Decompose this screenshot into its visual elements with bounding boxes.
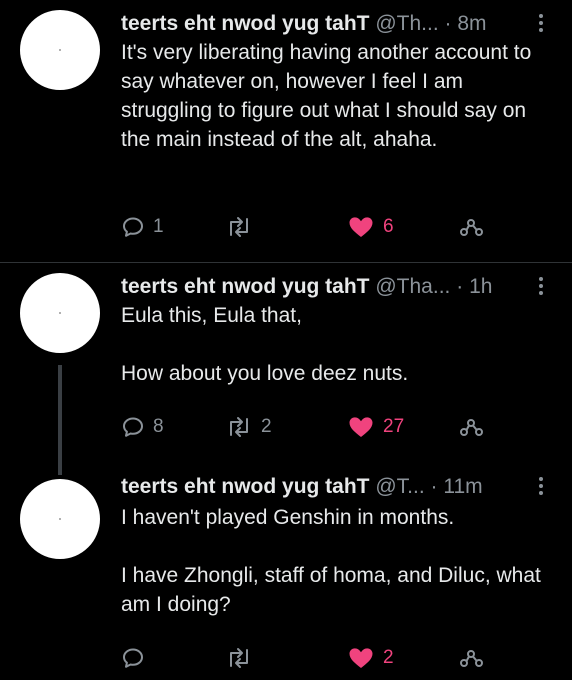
avatar-image xyxy=(59,312,61,314)
reply-icon xyxy=(123,648,143,668)
reply-count: 8 xyxy=(153,416,164,437)
display-name[interactable]: teerts eht nwod yug tahT xyxy=(121,275,370,298)
heart-icon xyxy=(349,217,373,237)
tweet-actions: 2 xyxy=(121,643,561,673)
avatar[interactable] xyxy=(20,479,100,559)
more-icon[interactable] xyxy=(534,275,548,299)
share-button[interactable] xyxy=(459,212,483,242)
like-button[interactable]: 27 xyxy=(347,412,404,442)
retweet-icon xyxy=(230,648,248,668)
tweet-paragraph: It's very liberating having another acco… xyxy=(121,41,532,151)
timestamp[interactable]: 11m xyxy=(443,475,482,498)
tweet[interactable]: teerts eht nwod yug tahT @Th... · 8m It'… xyxy=(0,0,572,262)
tweet-header: teerts eht nwod yug tahT @Th... · 8m xyxy=(121,8,551,40)
tweet-text: I haven't played Genshin in months. I ha… xyxy=(121,503,541,619)
more-icon[interactable] xyxy=(534,475,548,499)
share-icon xyxy=(460,419,483,436)
heart-icon xyxy=(349,417,373,437)
timestamp[interactable]: 8m xyxy=(457,12,486,35)
tweet-paragraph: How about you love deez nuts. xyxy=(121,362,409,385)
like-count: 27 xyxy=(383,416,405,437)
more-icon[interactable] xyxy=(534,12,548,36)
tweet-header: teerts eht nwod yug tahT @T... · 11m xyxy=(121,471,551,503)
tweet-actions: 8 2 27 xyxy=(121,412,561,442)
reply-button[interactable]: 8 xyxy=(121,412,164,442)
reply-button[interactable]: 1 xyxy=(121,212,164,242)
share-icon xyxy=(460,219,483,236)
like-count: 6 xyxy=(383,216,394,237)
reply-icon xyxy=(123,217,143,237)
reply-button[interactable] xyxy=(121,643,153,673)
avatar[interactable] xyxy=(20,10,100,90)
reply-icon xyxy=(123,417,143,437)
display-name[interactable]: teerts eht nwod yug tahT xyxy=(121,475,370,498)
separator-dot: · xyxy=(456,275,464,298)
tweet-text: Eula this, Eula that, How about you love… xyxy=(121,301,541,388)
like-count: 2 xyxy=(383,647,394,668)
tweet-actions: 1 6 xyxy=(121,212,561,242)
user-handle[interactable]: @Th... xyxy=(375,12,438,35)
retweet-button[interactable] xyxy=(225,212,261,242)
tweet-text: It's very liberating having another acco… xyxy=(121,38,541,154)
like-button[interactable]: 6 xyxy=(347,212,394,242)
display-name[interactable]: teerts eht nwod yug tahT xyxy=(121,12,370,35)
retweet-button[interactable]: 2 xyxy=(225,412,272,442)
retweet-button[interactable] xyxy=(225,643,261,673)
timestamp[interactable]: 1h xyxy=(469,275,492,298)
share-icon xyxy=(460,650,483,667)
retweet-icon xyxy=(230,217,248,237)
tweet[interactable]: teerts eht nwod yug tahT @Tha... · 1h Eu… xyxy=(0,263,572,475)
avatar-image xyxy=(59,518,61,520)
tweet-header: teerts eht nwod yug tahT @Tha... · 1h xyxy=(121,271,551,303)
share-button[interactable] xyxy=(459,412,483,442)
reply-count: 1 xyxy=(153,216,164,237)
tweet-paragraph: I haven't played Genshin in months. xyxy=(121,506,455,529)
tweet-paragraph: I have Zhongli, staff of homa, and Diluc… xyxy=(121,564,541,616)
heart-icon xyxy=(349,648,373,668)
tweet[interactable]: teerts eht nwod yug tahT @T... · 11m I h… xyxy=(0,459,572,680)
like-button[interactable]: 2 xyxy=(347,643,394,673)
retweet-count: 2 xyxy=(261,416,272,437)
avatar[interactable] xyxy=(20,273,100,353)
share-button[interactable] xyxy=(459,643,483,673)
separator-dot: · xyxy=(430,475,438,498)
tweet-paragraph: Eula this, Eula that, xyxy=(121,304,302,327)
separator-dot: · xyxy=(444,12,452,35)
user-handle[interactable]: @T... xyxy=(375,475,424,498)
user-handle[interactable]: @Tha... xyxy=(375,275,450,298)
retweet-icon xyxy=(230,417,248,437)
avatar-image xyxy=(59,49,61,51)
